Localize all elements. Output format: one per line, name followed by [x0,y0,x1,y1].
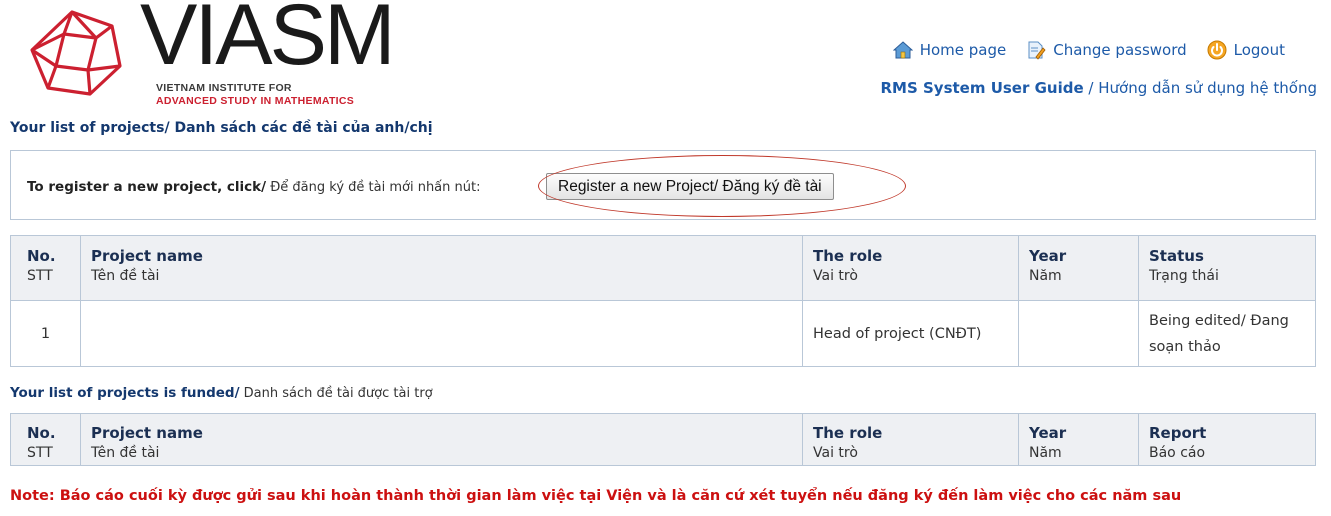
top-navigation: Home page Change password Logout [892,40,1285,60]
cell-role: Head of project (CNĐT) [802,300,1019,367]
funded-list-title: Your list of projects is funded/ Danh sá… [10,385,433,401]
home-icon [892,41,913,59]
table-row[interactable]: 1 Head of project (CNĐT) Being edited/ Đ… [10,300,1316,367]
register-new-project-button[interactable]: Register a new Project/ Đăng ký đề tài [546,173,834,200]
logo-subtitle-line2: ADVANCED STUDY IN MATHEMATICS [156,95,355,107]
col-header-no: No. STT [10,235,81,301]
col-header-project-name: Project name Tên đề tài [80,235,803,301]
user-guide-link[interactable]: RMS System User Guide / Hướng dẫn sử dụn… [880,79,1317,97]
col-header-year: Year Năm [1018,235,1139,301]
viasm-logo[interactable]: VIASM VIETNAM INSTITUTE FOR ADVANCED STU… [28,0,396,110]
col-header-role: The role Vai trò [802,235,1019,301]
register-lead-vn: Để đăng ký đề tài mới nhấn nút: [266,180,481,195]
header: VIASM VIETNAM INSTITUTE FOR ADVANCED STU… [0,0,1331,112]
col-header-year: Year Năm [1018,413,1139,466]
viasm-polyhedron-icon [30,10,122,96]
table-header-row: No. STT Project name Tên đề tài The role Va… [10,413,1316,466]
power-icon [1207,40,1227,60]
funded-title-en: Your list of projects is funded/ [10,385,240,401]
user-guide-separator: / [1083,79,1099,97]
cell-project-name[interactable] [80,300,803,367]
user-guide-en: RMS System User Guide [880,79,1084,97]
cell-no: 1 [10,300,81,367]
col-header-report: Report Báo cáo [1138,413,1316,466]
change-password-link[interactable]: Change password [1026,40,1187,60]
project-list-title: Your list of projects/ Danh sách các đề … [10,120,433,136]
col-header-status: Status Trạng thái [1138,235,1316,301]
home-page-link[interactable]: Home page [892,41,1007,59]
register-instruction: To register a new project, click/ Để đăn… [27,179,480,195]
edit-document-icon [1028,41,1046,60]
change-password-label: Change password [1053,41,1187,59]
col-header-no: No. STT [10,413,81,466]
cell-status: Being edited/ Đang soạn thảo [1138,300,1316,367]
home-page-label: Home page [919,41,1007,59]
logo-wordmark: VIASM [140,0,396,83]
col-header-project-name: Project name Tên đề tài [80,413,803,466]
cell-year [1018,300,1139,367]
user-guide-vn: Hướng dẫn sử dụng hệ thống [1098,79,1317,97]
funded-title-vn: Danh sách đề tài được tài trợ [239,386,433,401]
final-report-note: Note: Báo cáo cuối kỳ được gửi sau khi h… [10,488,1182,504]
register-panel: To register a new project, click/ Để đăn… [10,150,1316,220]
register-lead-en: To register a new project, click/ [27,179,267,195]
logout-link[interactable]: Logout [1207,40,1285,60]
col-header-role: The role Vai trò [802,413,1019,466]
projects-table: No. STT Project name Tên đề tài The role Va… [10,235,1316,367]
table-header-row: No. STT Project name Tên đề tài The role Va… [10,235,1316,301]
funded-projects-table: No. STT Project name Tên đề tài The role Va… [10,413,1316,466]
logout-label: Logout [1233,41,1285,59]
logo-subtitle-line1: VIETNAM INSTITUTE FOR [156,82,292,94]
